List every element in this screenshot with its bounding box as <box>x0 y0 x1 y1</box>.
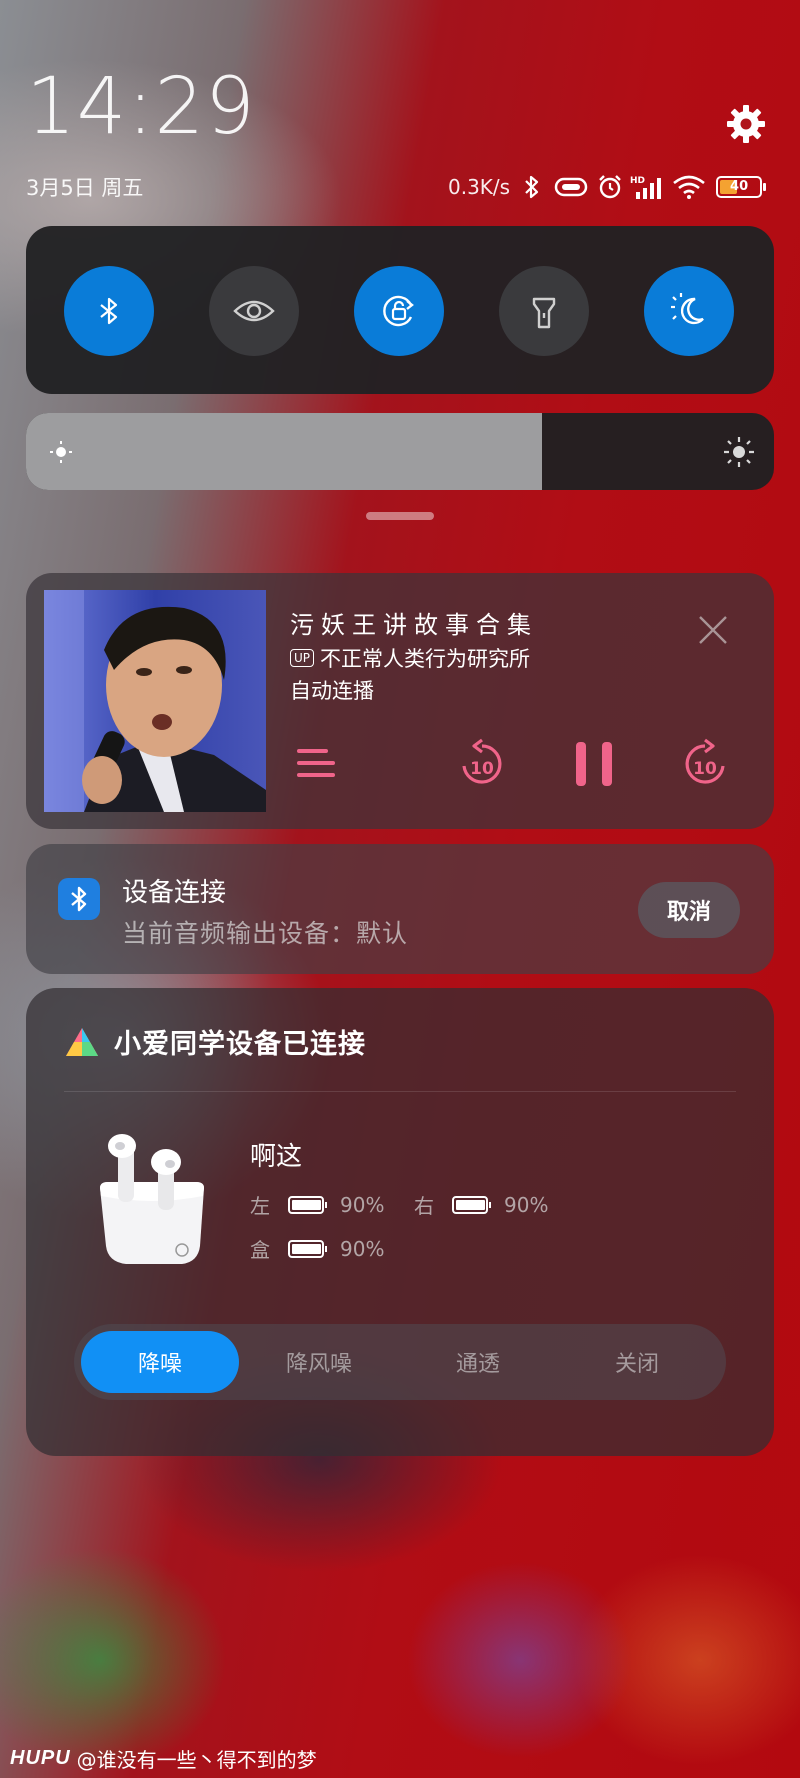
media-uploader: UP 不正常人类行为研究所 <box>290 643 530 673</box>
bluetooth-app-icon <box>58 878 100 920</box>
hupu-logo: HUPU <box>10 1747 71 1769</box>
forward-10-icon[interactable]: 10 <box>682 738 728 788</box>
device-title: 设备连接 <box>122 878 227 908</box>
media-player-card[interactable]: 污妖王讲故事合集 UP 不正常人类行为研究所 自动连播 10 10 <box>26 573 774 829</box>
wifi-icon <box>672 174 706 200</box>
left-value: 90% <box>340 1192 385 1217</box>
flashlight-icon <box>532 297 556 329</box>
bluetooth-icon <box>100 297 118 325</box>
pause-button[interactable] <box>574 740 614 788</box>
alarm-icon <box>596 174 624 200</box>
panel-drag-handle[interactable] <box>366 512 434 520</box>
cancel-button[interactable]: 取消 <box>638 882 740 938</box>
right-value: 90% <box>504 1192 549 1217</box>
eye-icon <box>233 300 275 322</box>
uploader-name: 不正常人类行为研究所 <box>320 647 531 671</box>
toggle-eye-care[interactable] <box>209 266 299 356</box>
hd-signal-icon: HD <box>630 174 666 200</box>
toggle-rotation-lock[interactable] <box>354 266 444 356</box>
toggle-bluetooth[interactable] <box>64 266 154 356</box>
battery-icon <box>288 1239 327 1258</box>
case-battery: 盒 90% <box>250 1234 384 1263</box>
brightness-high-icon <box>722 435 756 469</box>
case-value: 90% <box>340 1236 385 1261</box>
xiaoai-title: 小爱同学设备已连接 <box>114 1029 366 1060</box>
mode-off[interactable]: 关闭 <box>558 1331 716 1393</box>
battery-icon <box>288 1195 327 1214</box>
device-connection-card[interactable]: 设备连接 当前音频输出设备：默认 取消 <box>26 844 774 974</box>
media-subtitle: 自动连播 <box>290 679 374 703</box>
battery-level: 40 <box>730 179 749 194</box>
noise-mode-selector: 降噪 降风噪 通透 关闭 <box>74 1324 726 1400</box>
close-icon[interactable] <box>696 613 730 647</box>
up-badge: UP <box>290 649 315 667</box>
watermark-user: @谁没有一些丶得不到的梦 <box>76 1748 317 1772</box>
status-bar: 0.3K/s HD 40 <box>448 172 767 202</box>
vibrate-icon <box>552 174 590 200</box>
left-battery: 左 90% <box>250 1190 384 1219</box>
playlist-icon[interactable] <box>296 745 338 781</box>
brightness-slider[interactable] <box>26 413 774 490</box>
date-label: 3月5日 周五 <box>26 176 144 200</box>
media-title: 污妖王讲故事合集 <box>290 611 538 639</box>
divider <box>64 1091 736 1092</box>
mode-noise-cancel[interactable]: 降噪 <box>81 1331 239 1393</box>
rotation-lock-icon <box>383 295 414 327</box>
mode-transparency[interactable]: 通透 <box>399 1331 557 1393</box>
right-battery: 右 90% <box>414 1190 548 1219</box>
xiaoai-device-card: 小爱同学设备已连接 啊这 左 90% 右 90% 盒 90% 降噪 降风噪 通透 <box>26 988 774 1456</box>
clock: 14:29 <box>26 62 256 152</box>
svg-text:10: 10 <box>470 759 494 779</box>
device-subtitle: 当前音频输出设备：默认 <box>122 919 409 948</box>
xiaoai-logo-icon <box>64 1026 100 1058</box>
toggle-flashlight[interactable] <box>499 266 589 356</box>
case-label: 盒 <box>250 1238 270 1262</box>
settings-gear-icon[interactable] <box>726 104 766 144</box>
battery-icon <box>452 1195 491 1214</box>
album-cover-image <box>44 590 266 812</box>
battery-icon: 40 <box>716 176 767 198</box>
bluetooth-icon <box>518 174 546 200</box>
dark-mode-icon <box>671 293 704 325</box>
network-speed: 0.3K/s <box>448 175 511 199</box>
earbuds-image <box>86 1126 216 1266</box>
left-label: 左 <box>250 1194 270 1218</box>
right-label: 右 <box>414 1194 434 1218</box>
quick-toggles-panel <box>26 226 774 394</box>
svg-text:HD: HD <box>630 176 645 186</box>
mode-wind-noise[interactable]: 降风噪 <box>240 1331 398 1393</box>
brightness-low-icon <box>48 439 74 465</box>
earbuds-name: 啊这 <box>250 1142 303 1172</box>
svg-text:10: 10 <box>693 759 717 779</box>
brightness-level <box>26 413 543 490</box>
watermark: HUPU @谁没有一些丶得不到的梦 <box>10 1744 317 1773</box>
rewind-10-icon[interactable]: 10 <box>459 738 505 788</box>
toggle-dark-mode[interactable] <box>644 266 734 356</box>
